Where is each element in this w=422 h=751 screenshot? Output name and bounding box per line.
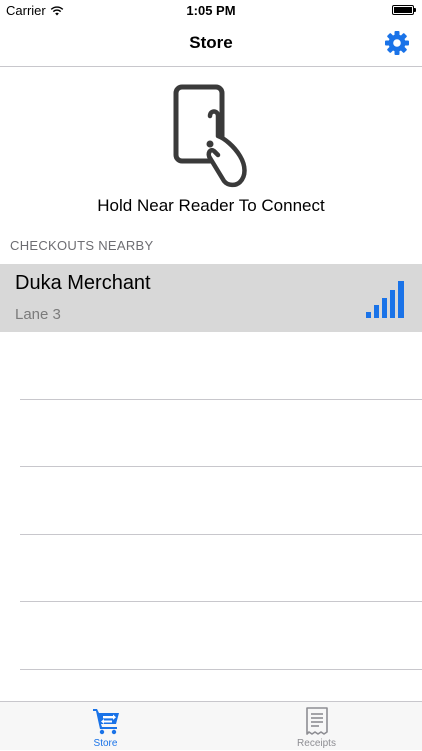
signal-strength-icon	[366, 281, 404, 318]
tab-store[interactable]: Store	[0, 702, 211, 751]
tab-bar: Store Receipts	[0, 701, 422, 750]
battery-icon	[392, 5, 416, 15]
checkout-row[interactable]: Duka Merchant Lane 3	[0, 264, 422, 332]
page-title: Store	[189, 33, 233, 52]
status-bar: Carrier 1:05 PM	[0, 0, 422, 22]
phone-tap-icon	[173, 84, 247, 188]
gear-icon	[385, 31, 409, 55]
tab-label-store: Store	[93, 738, 118, 749]
tab-label-receipts: Receipts	[297, 738, 336, 749]
list-separator	[20, 601, 422, 602]
list-separator	[20, 534, 422, 535]
receipt-icon	[306, 707, 328, 735]
settings-button[interactable]	[382, 28, 412, 58]
status-time: 1:05 PM	[186, 3, 236, 18]
cart-icon	[93, 709, 119, 735]
list-separator	[20, 399, 422, 400]
checkout-lane: Lane 3	[15, 306, 61, 323]
list-separator	[20, 466, 422, 467]
tab-receipts[interactable]: Receipts	[211, 702, 422, 751]
navigation-bar: Store	[0, 22, 422, 67]
checkout-name: Duka Merchant	[15, 272, 151, 294]
hold-near-reader-text: Hold Near Reader To Connect	[97, 196, 325, 215]
list-separator	[20, 669, 422, 670]
section-header: CHECKOUTS NEARBY	[10, 238, 154, 253]
